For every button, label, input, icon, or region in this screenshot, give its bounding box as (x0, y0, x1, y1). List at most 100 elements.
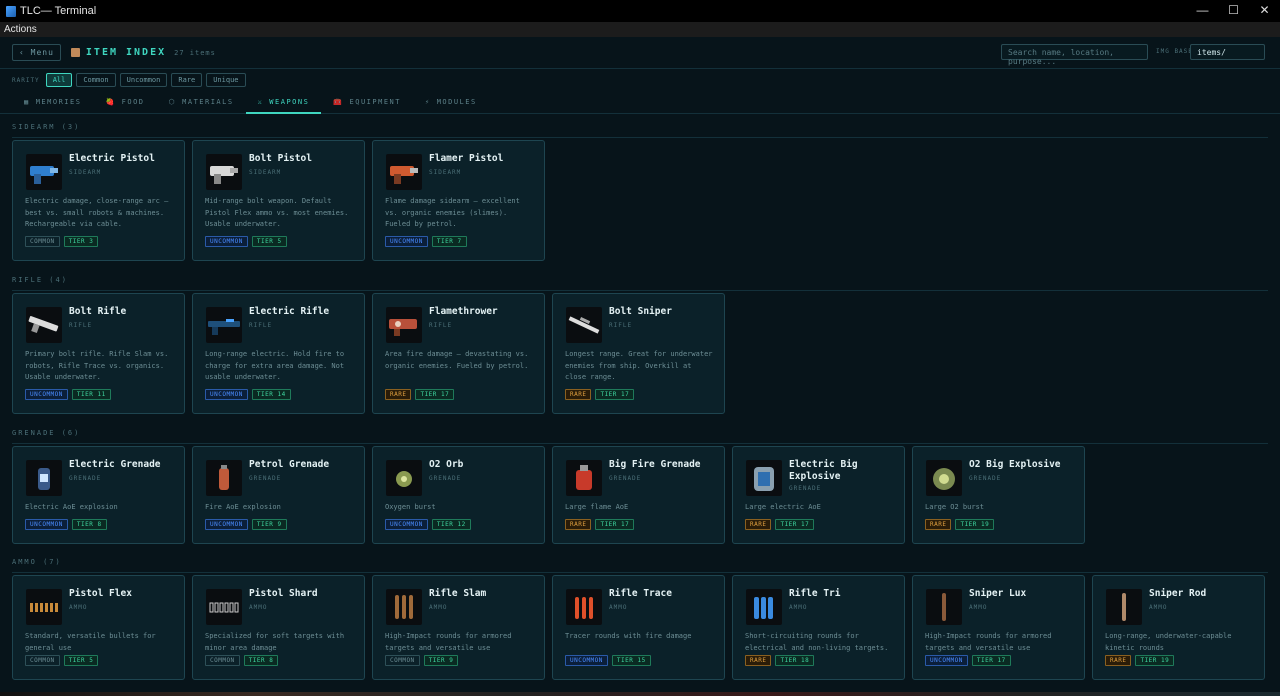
item-card-electric-grenade[interactable]: Electric Grenade GRENADE Electric AoE expl… (12, 446, 185, 544)
item-name: O2 Big Explosive (969, 459, 1061, 470)
item-card-bolt-pistol[interactable]: Bolt Pistol SIDEARM Mid-range bolt weapon.… (192, 140, 365, 261)
item-tags: UNCOMMON TIER 14 (205, 389, 291, 400)
rarity-all-button[interactable]: All (45, 73, 73, 87)
section-sidearm: SIDEARM (3) Electric Pistol SIDEARM Electri… (12, 123, 1268, 261)
item-name: Electric Grenade (69, 459, 161, 470)
item-tags: RARE TIER 17 (745, 519, 815, 530)
tab-equipment[interactable]: 🧰 EQUIPMENT (321, 90, 413, 113)
petrol-grenade-image (206, 460, 242, 496)
item-card-sniper-rod[interactable]: Sniper Rod AMMO Long-range, underwater-cap… (1092, 575, 1265, 680)
item-card-pistol-shard[interactable]: Pistol Shard AMMO Specialized for soft tar… (192, 575, 365, 680)
section-rifle: RIFLE (4) Bolt Rifle RIFLE Primary bolt rif… (12, 276, 1268, 414)
item-description: Specialized for soft targets with minor … (205, 632, 345, 652)
tab-materials[interactable]: ⬡ MATERIALS (157, 90, 246, 113)
close-icon[interactable]: ✕ (1249, 0, 1280, 22)
item-card-flamer-pistol[interactable]: Flamer Pistol SIDEARM Flame damage sidearm… (372, 140, 545, 261)
rarity-uncommon-button[interactable]: Uncommon (119, 73, 168, 87)
rarity-badge: RARE (565, 389, 592, 400)
menubar: Actions (0, 22, 1280, 37)
item-description: Long-range, underwater-capable kinetic r… (1105, 632, 1232, 652)
tier-badge: TIER 17 (775, 519, 815, 530)
item-name: Sniper Rod (1149, 588, 1207, 599)
item-name: Pistol Shard (249, 588, 318, 599)
tab-label: MATERIALS (182, 97, 234, 106)
item-description: Large O2 burst (925, 503, 985, 511)
item-category: SIDEARM (249, 169, 282, 176)
item-name: Bolt Pistol (249, 153, 312, 164)
search-input[interactable]: Search name, location, purpose... (1001, 44, 1148, 66)
item-card-petrol-grenade[interactable]: Petrol Grenade GRENADE Fire AoE explosion U… (192, 446, 365, 544)
menu-actions[interactable]: Actions (4, 24, 37, 35)
item-tags: RARE TIER 17 (565, 519, 635, 530)
img-base-label: IMG BASE (1156, 48, 1193, 55)
tab-weapons[interactable]: ⚔ WEAPONS (245, 90, 322, 114)
equipment-icon: 🧰 (333, 97, 344, 106)
item-description: High-Impact rounds for armored targets a… (925, 632, 1052, 652)
item-name: Electric Big Explosive (789, 459, 858, 482)
sniper-lux-image (926, 589, 962, 625)
item-card-electric-pistol[interactable]: Electric Pistol SIDEARM Electric damage, c… (12, 140, 185, 261)
item-category: AMMO (1149, 604, 1168, 611)
electric-grenade-image (26, 460, 62, 496)
item-card-electric-big-explosive[interactable]: Electric Big Explosive GRENADE Large elect… (732, 446, 905, 544)
tier-badge: TIER 5 (251, 236, 287, 247)
item-card-rifle-slam[interactable]: Rifle Slam AMMO High-Impact rounds for arm… (372, 575, 545, 680)
item-description: Long-range electric. Hold fire to charge… (205, 350, 345, 381)
tier-badge: TIER 17 (415, 389, 455, 400)
item-count: 27 items (174, 48, 216, 57)
item-category: AMMO (249, 604, 268, 611)
item-card-bolt-rifle[interactable]: Bolt Rifle RIFLE Primary bolt rifle. Rifle… (12, 293, 185, 414)
menu-button[interactable]: ‹ Menu (12, 44, 61, 61)
item-description: Fire AoE explosion (205, 503, 281, 511)
item-tags: UNCOMMON TIER 12 (385, 519, 471, 530)
item-card-electric-rifle[interactable]: Electric Rifle RIFLE Long-range electric. … (192, 293, 365, 414)
rarity-badge: RARE (925, 519, 952, 530)
rarity-rare-button[interactable]: Rare (171, 73, 203, 87)
tab-label: EQUIPMENT (349, 97, 401, 106)
item-description: Large flame AoE (565, 503, 629, 511)
item-category: AMMO (429, 604, 448, 611)
maximize-icon[interactable]: ☐ (1218, 0, 1249, 22)
section-ammo: AMMO (7) Pistol Flex AMMO Standard, versati… (12, 558, 1268, 680)
item-name: Big Fire Grenade (609, 459, 701, 470)
modules-icon: ⚡ (424, 97, 431, 106)
item-name: Bolt Rifle (69, 306, 127, 317)
card-row: Electric Grenade GRENADE Electric AoE expl… (12, 446, 1085, 544)
rarity-unique-button[interactable]: Unique (206, 73, 246, 87)
tab-label: MODULES (436, 97, 477, 106)
item-card-pistol-flex[interactable]: Pistol Flex AMMO Standard, versatile bulle… (12, 575, 185, 680)
tier-badge: TIER 8 (243, 655, 279, 666)
item-card-bolt-sniper[interactable]: Bolt Sniper RIFLE Longest range. Great for… (552, 293, 725, 414)
flamethrower-image (386, 307, 422, 343)
rarity-badge: COMMON (25, 655, 60, 666)
item-name: Flamethrower (429, 306, 498, 317)
minimize-icon[interactable]: — (1187, 0, 1218, 22)
item-name: Electric Pistol (69, 153, 155, 164)
item-description: Mid-range bolt weapon. Default Pistol Fl… (205, 197, 349, 228)
materials-icon: ⬡ (168, 97, 177, 106)
item-tags: RARE TIER 17 (565, 389, 635, 400)
item-card-sniper-lux[interactable]: Sniper Lux AMMO High-Impact rounds for arm… (912, 575, 1085, 680)
tab-label: MEMORIES (35, 97, 82, 106)
rarity-common-button[interactable]: Common (76, 73, 116, 87)
tab-memories[interactable]: ▦ MEMORIES (12, 90, 93, 113)
item-category: AMMO (69, 604, 88, 611)
item-card-o2-big-explosive[interactable]: O2 Big Explosive GRENADE Large O2 burst RAR… (912, 446, 1085, 544)
bolt-sniper-image (566, 307, 602, 343)
rifle-tri-image (746, 589, 782, 625)
item-card-rifle-tri[interactable]: Rifle Tri AMMO Short-circuiting rounds for… (732, 575, 905, 680)
tier-badge: TIER 7 (431, 236, 467, 247)
window-controls: — ☐ ✕ (1187, 0, 1280, 22)
rarity-badge: COMMON (205, 655, 240, 666)
tab-modules[interactable]: ⚡ MODULES (413, 90, 489, 113)
img-base-input[interactable]: items/ (1190, 44, 1265, 60)
tab-food[interactable]: 🍓 FOOD (93, 90, 156, 113)
item-description: Primary bolt rifle. Rifle Slam vs. robot… (25, 350, 169, 381)
tier-badge: TIER 5 (63, 655, 99, 666)
item-card-flamethrower[interactable]: Flamethrower RIFLE Area fire damage — deva… (372, 293, 545, 414)
pistol-flex-image (26, 589, 62, 625)
item-card-big-fire-grenade[interactable]: Big Fire Grenade GRENADE Large flame AoE RA… (552, 446, 725, 544)
electric-rifle-image (206, 307, 242, 343)
item-card-rifle-trace[interactable]: Rifle Trace AMMO Tracer rounds with fire d… (552, 575, 725, 680)
item-card-o2-orb[interactable]: O2 Orb GRENADE Oxygen burst UNCOMMON TIER 12 (372, 446, 545, 544)
